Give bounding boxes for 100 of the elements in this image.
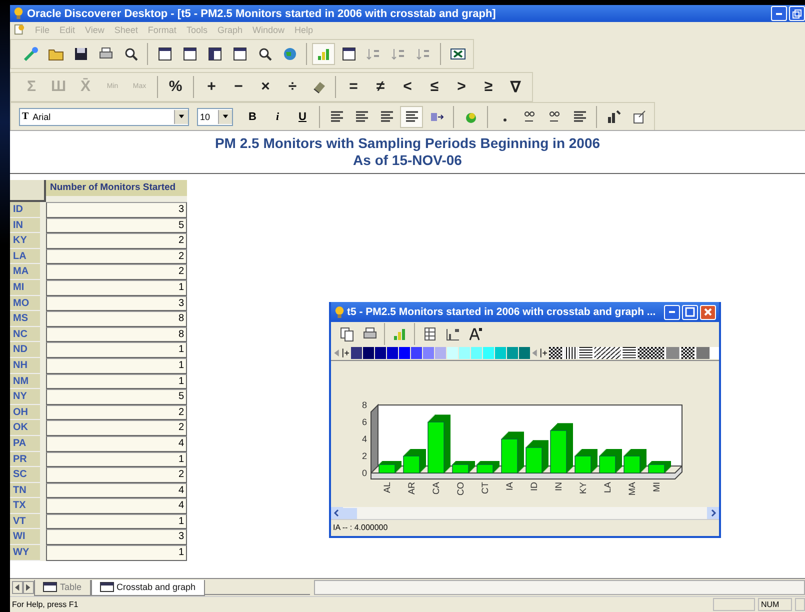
color-swatch[interactable] <box>507 347 519 359</box>
category-label: IN <box>554 482 564 491</box>
scroll-right-icon[interactable] <box>707 507 719 519</box>
color-swatch[interactable] <box>519 347 531 359</box>
color-swatch[interactable] <box>483 347 495 359</box>
operator-button[interactable]: + <box>199 76 224 98</box>
table-cell: 1 <box>46 452 187 468</box>
row-header: SC <box>10 467 40 483</box>
row-header: NC <box>10 326 40 342</box>
row-header: PA <box>10 436 40 452</box>
table-cell: 1 <box>46 280 187 296</box>
bar[interactable] <box>624 456 640 474</box>
operator-button[interactable]: ≠ <box>368 76 393 98</box>
color-swatch[interactable] <box>423 347 435 359</box>
bar[interactable] <box>428 422 444 474</box>
bar[interactable] <box>574 456 592 474</box>
bar[interactable] <box>476 464 494 474</box>
font-dropdown[interactable]: T Arial <box>19 108 189 126</box>
category-label: CA <box>431 482 441 495</box>
bar[interactable] <box>378 464 396 474</box>
color-swatch[interactable] <box>363 347 375 359</box>
bar[interactable] <box>648 464 665 474</box>
color-swatch[interactable] <box>447 347 459 359</box>
resize-grip[interactable] <box>795 598 805 611</box>
bold-button[interactable]: B <box>241 106 264 128</box>
color-swatch[interactable] <box>351 347 363 359</box>
minimize-button[interactable] <box>771 6 787 21</box>
status-text: For Help, press F1 <box>11 600 80 609</box>
bar[interactable] <box>550 430 567 474</box>
color-swatch[interactable] <box>387 347 399 359</box>
minimize-button[interactable] <box>664 304 680 320</box>
pattern-swatches-icon[interactable] <box>549 347 719 359</box>
scroll-left-icon[interactable] <box>331 507 343 519</box>
operator-button[interactable]: × <box>253 76 278 98</box>
operator-button[interactable]: ≤ <box>422 76 447 98</box>
color-swatch[interactable] <box>375 347 387 359</box>
bar[interactable] <box>526 447 542 474</box>
row-header: VT <box>10 514 40 530</box>
scroll-thumb[interactable] <box>343 508 357 518</box>
operator-button[interactable]: < <box>395 76 420 98</box>
bar[interactable] <box>599 456 616 474</box>
report-subtitle: As of 15-NOV-06 <box>352 152 463 169</box>
operator-button[interactable]: ∇ <box>503 76 528 98</box>
maximize-button[interactable] <box>682 304 698 320</box>
table-cell: 8 <box>46 326 187 342</box>
color-swatch[interactable] <box>471 347 483 359</box>
num-lock-indicator: NUM <box>758 598 792 611</box>
restore-icon <box>792 8 802 18</box>
table-cell: 1 <box>46 514 187 530</box>
bar[interactable] <box>501 438 518 474</box>
color-swatch[interactable] <box>495 347 507 359</box>
table-cell: 2 <box>46 264 187 280</box>
font-size-dropdown[interactable]: 10 <box>197 108 233 126</box>
minimize-icon <box>669 311 675 313</box>
color-swatch[interactable] <box>411 347 423 359</box>
bar[interactable] <box>452 464 469 474</box>
category-label: MI <box>652 482 662 492</box>
row-header: TX <box>10 498 40 514</box>
justify-icon[interactable] <box>400 106 423 128</box>
sheet-tab[interactable]: Table <box>34 580 91 596</box>
category-label: CO <box>456 482 466 496</box>
sheet-icon <box>100 582 114 592</box>
operator-button[interactable]: % <box>163 76 188 98</box>
document-icon <box>14 24 25 35</box>
horizontal-scrollbar[interactable] <box>331 507 719 519</box>
table-cell: 2 <box>46 420 187 436</box>
maximize-icon <box>685 307 695 317</box>
add-pattern-icon[interactable] <box>540 348 547 358</box>
minimize-icon <box>776 12 782 14</box>
table-cell: 8 <box>46 311 187 327</box>
graph-status: IA -- : 4.000000 <box>331 519 719 536</box>
operator-button[interactable]: > <box>449 76 474 98</box>
color-swatch[interactable] <box>435 347 447 359</box>
row-header: ND <box>10 342 40 358</box>
row-header: ID <box>10 202 40 218</box>
color-swatch[interactable] <box>459 347 471 359</box>
tab-scroll-left-button[interactable] <box>12 581 23 594</box>
tab-scroll-right-button[interactable] <box>23 581 34 594</box>
restore-button[interactable] <box>789 6 805 21</box>
close-button[interactable] <box>700 304 716 320</box>
row-header: TN <box>10 482 40 498</box>
bar[interactable] <box>403 456 420 474</box>
sheet-tab[interactable]: Crosstab and graph <box>90 580 205 596</box>
row-header: NM <box>10 374 40 390</box>
operator-button[interactable]: = <box>341 76 366 98</box>
category-label: KY <box>578 482 588 494</box>
close-icon <box>703 307 713 317</box>
row-header: NH <box>10 358 40 374</box>
row-header: NY <box>10 389 40 405</box>
row-header: WY <box>10 545 40 561</box>
add-color-icon[interactable] <box>342 348 349 358</box>
operator-button[interactable]: ≥ <box>476 76 501 98</box>
row-header: PR <box>10 452 40 468</box>
italic-button[interactable]: i <box>266 106 289 128</box>
color-swatch[interactable] <box>399 347 411 359</box>
horizontal-scrollbar[interactable] <box>314 580 805 595</box>
operator-button[interactable]: − <box>226 76 251 98</box>
underline-button[interactable]: U <box>291 106 314 128</box>
operator-button[interactable]: ÷ <box>280 76 305 98</box>
window-title: Oracle Discoverer Desktop - [t5 - PM2.5 Monitors started in 2006 with crosstab and graph] <box>27 8 497 20</box>
